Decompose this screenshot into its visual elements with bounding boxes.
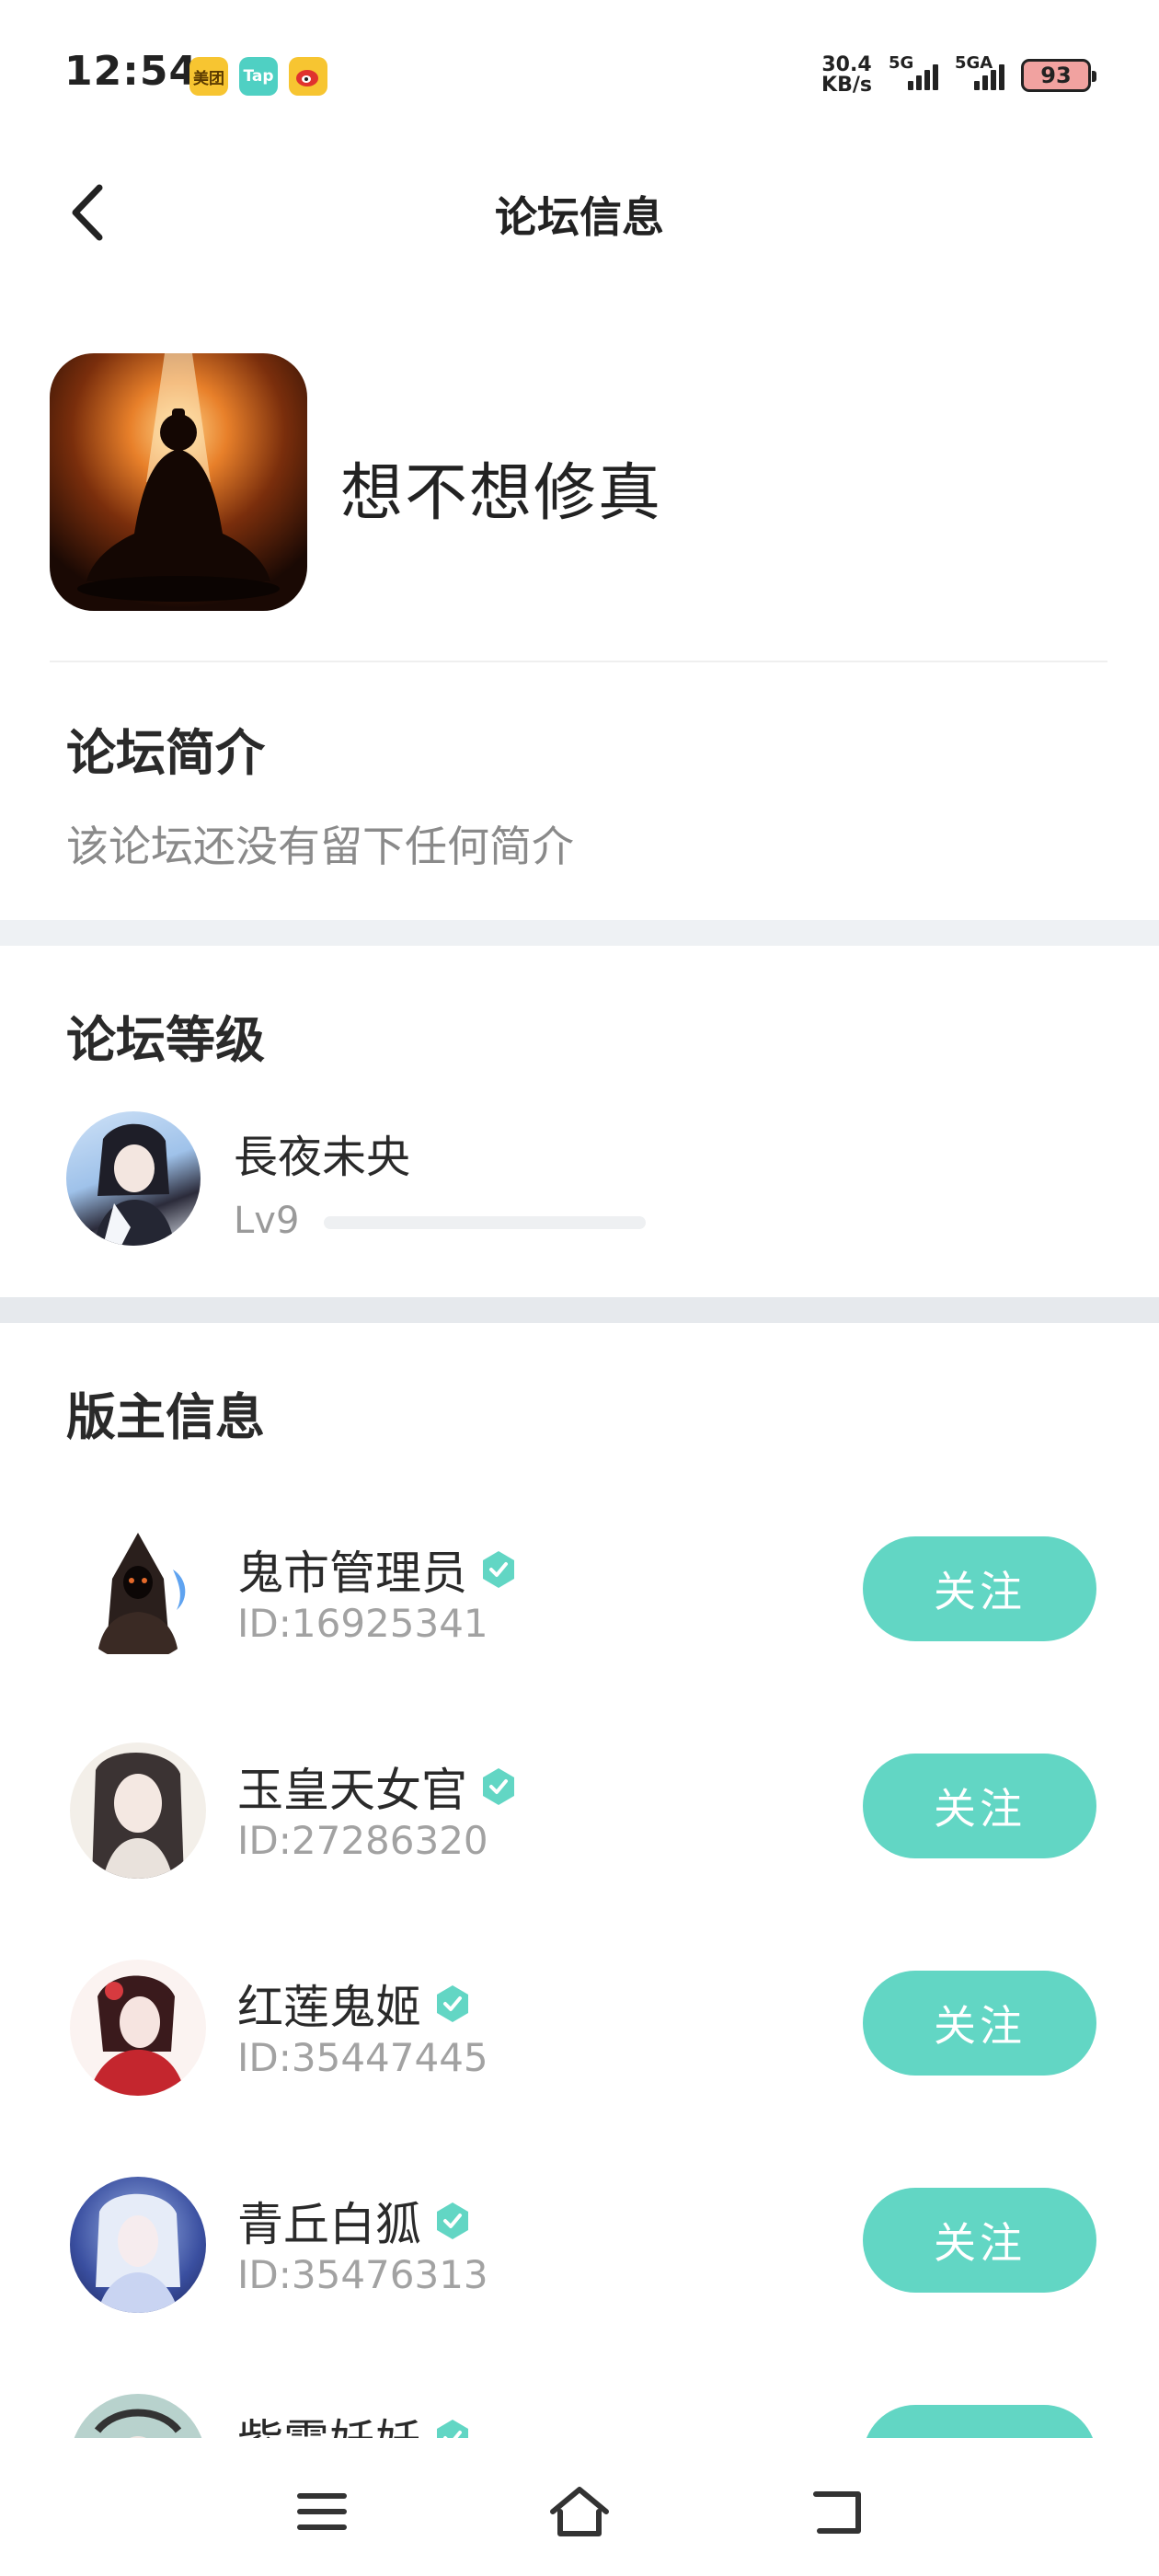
moderator-name: 红莲鬼姬 (237, 1971, 471, 2037)
section-divider (0, 1297, 1159, 1323)
verified-badge-icon (434, 2418, 471, 2438)
moderator-id: ID:35476313 (237, 2252, 488, 2297)
verified-badge-icon (434, 2201, 471, 2241)
moderator-row[interactable]: 玉皇天女官 ID:27286320 关注 (0, 1726, 1159, 1910)
verified-badge-icon (480, 1766, 517, 1807)
level-progress-bar (324, 1216, 646, 1229)
menu-button[interactable] (285, 2475, 359, 2548)
avatar (70, 1742, 206, 1879)
moderator-name-text: 青丘白狐 (237, 2198, 421, 2251)
moderator-row[interactable]: 鬼市管理员 ID:16925341 关注 (0, 1509, 1159, 1693)
level-user-name: 長夜未央 (234, 1132, 411, 1183)
signal-5g-icon: 5G (889, 53, 938, 90)
moderator-id: ID:27286320 (237, 1818, 488, 1863)
verified-badge-icon (480, 1549, 517, 1590)
follow-button[interactable]: 关注 (863, 1754, 1096, 1858)
system-nav-bar (0, 2438, 1159, 2576)
forum-cover-image (50, 353, 307, 611)
signal-2-label: 5GA (955, 53, 993, 73)
moderator-row[interactable]: 紫霞妖妖 关注 (0, 2377, 1159, 2438)
moderator-row[interactable]: 青丘白狐 ID:35476313 关注 (0, 2160, 1159, 2344)
intro-section-title: 论坛简介 (66, 724, 265, 782)
moderator-name: 紫霞妖妖 (237, 2405, 471, 2438)
follow-button[interactable]: 关注 (863, 1971, 1096, 2076)
status-app-icons: 美团 Tap (189, 57, 327, 96)
section-divider (0, 920, 1159, 946)
follow-button[interactable]: 关注 (863, 2188, 1096, 2293)
status-bar: 12:54 美团 Tap 30.4 KB/s 5G 5GA 93 (0, 0, 1159, 156)
avatar (70, 2394, 206, 2438)
follow-button[interactable]: 关注 (863, 1536, 1096, 1641)
moderator-name: 鬼市管理员 (237, 1536, 517, 1603)
signal-1-label: 5G (889, 53, 914, 73)
avatar (70, 1960, 206, 2096)
meditating-figure-icon (77, 353, 280, 602)
signal-5ga-icon: 5GA (955, 53, 1004, 90)
menu-icon (297, 2493, 347, 2530)
forum-name: 想不想修真 (340, 457, 663, 530)
forum-card: 想不想修真 (50, 353, 1107, 662)
moderator-name: 玉皇天女官 (237, 1754, 517, 1820)
moderator-name-text: 红莲鬼姬 (237, 1981, 421, 2034)
status-time: 12:54 (64, 48, 199, 95)
moderator-name: 青丘白狐 (237, 2188, 471, 2254)
taptap-app-icon: Tap (239, 57, 278, 96)
meituan-app-icon: 美团 (189, 57, 228, 96)
level-badge: Lv9 (234, 1200, 300, 1242)
home-button[interactable] (543, 2475, 616, 2548)
moderator-name-text: 玉皇天女官 (237, 1764, 467, 1817)
moderator-name-text: 鬼市管理员 (237, 1547, 467, 1600)
moderator-id: ID:16925341 (237, 1601, 488, 1646)
moderator-id: ID:35447445 (237, 2035, 488, 2080)
avatar (70, 1525, 206, 1662)
back-nav-button[interactable] (800, 2475, 874, 2548)
battery-icon: 93 (1021, 59, 1096, 92)
home-icon (550, 2487, 609, 2536)
verified-badge-icon (434, 1984, 471, 2024)
moderator-row[interactable]: 红莲鬼姬 ID:35447445 关注 (0, 1943, 1159, 2127)
intro-text: 该论坛还没有留下任何简介 (66, 822, 574, 871)
avatar (66, 1111, 201, 1246)
moderator-list: 鬼市管理员 ID:16925341 关注 玉皇天女官 ID:27286320 关… (0, 1509, 1159, 2438)
network-speed: 30.4 KB/s (821, 55, 872, 96)
follow-button[interactable]: 关注 (863, 2405, 1096, 2438)
network-speed-value: 30.4 (821, 53, 872, 76)
moderator-name-text: 紫霞妖妖 (237, 2405, 421, 2438)
return-icon (813, 2491, 861, 2534)
level-user-row[interactable]: 長夜未央 Lv9 (66, 1111, 1096, 1249)
weibo-app-icon (289, 57, 327, 96)
avatar (70, 2177, 206, 2313)
page-title: 论坛信息 (495, 192, 664, 242)
level-section-title: 论坛等级 (66, 1011, 265, 1069)
moderators-section-title: 版主信息 (66, 1388, 265, 1446)
status-indicators: 30.4 KB/s 5G 5GA 93 (821, 53, 1096, 96)
header: 论坛信息 (0, 156, 1159, 267)
network-speed-unit: KB/s (821, 74, 872, 97)
